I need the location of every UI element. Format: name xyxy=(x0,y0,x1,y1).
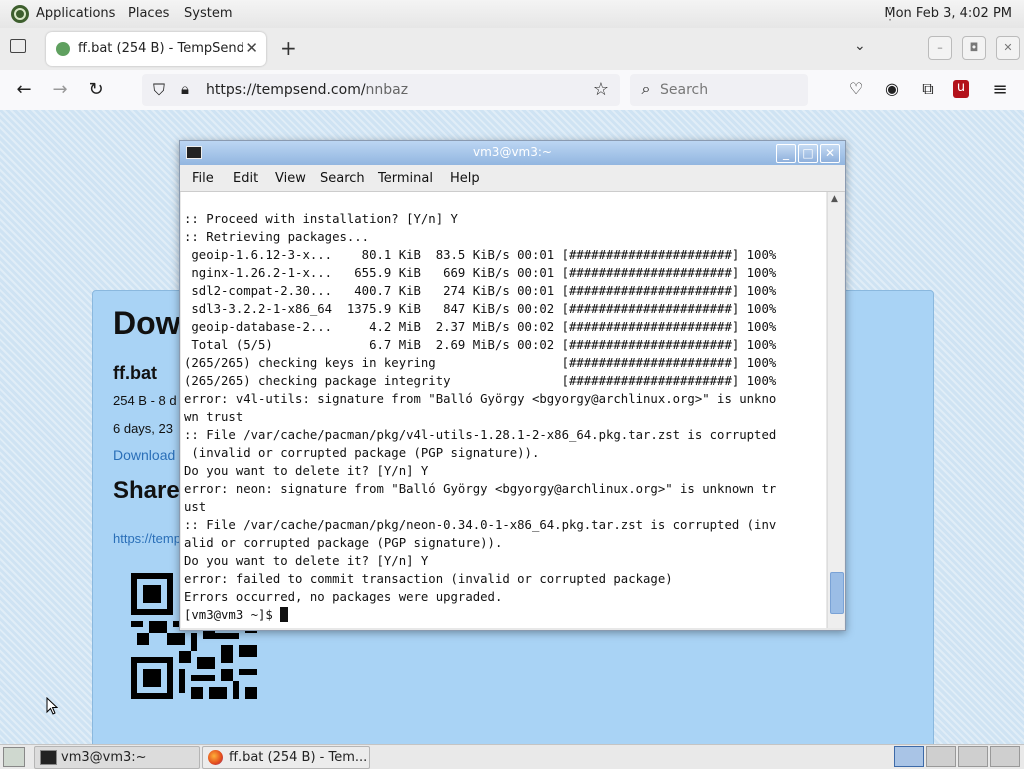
menu-applications[interactable]: Applications xyxy=(36,6,115,21)
shield-icon[interactable]: ⛉ xyxy=(148,80,170,100)
terminal-menu-search[interactable]: Search xyxy=(320,171,365,186)
terminal-menu-view[interactable]: View xyxy=(275,171,306,186)
chevron-down-icon[interactable]: ⌄ xyxy=(854,38,866,54)
search-placeholder: Search xyxy=(660,82,709,98)
scrollbar-thumb[interactable] xyxy=(830,572,844,614)
terminal-cursor xyxy=(280,607,289,622)
download-link[interactable]: Download xyxy=(113,447,175,463)
back-arrow-icon[interactable]: ← xyxy=(13,79,35,100)
tab-title: ff.bat (254 B) - TempSend.com xyxy=(78,41,243,56)
tab-close-icon[interactable]: ✕ xyxy=(245,39,258,57)
terminal-close-button[interactable]: ✕ xyxy=(820,144,840,163)
url-text[interactable]: https://tempsend.com/nnbaz xyxy=(206,82,408,98)
taskbar-item-terminal[interactable]: vm3@vm3:~ xyxy=(34,746,200,769)
workspace-1[interactable] xyxy=(894,746,924,767)
taskbar-item-label: ff.bat (254 B) - Tem... xyxy=(229,750,368,765)
url-host: https://tempsend.com/ xyxy=(206,82,366,98)
new-tab-icon[interactable]: + xyxy=(280,36,297,60)
firefox-icon xyxy=(208,750,223,765)
file-meta: 254 B - 8 d xyxy=(113,393,177,408)
tab-tempsend[interactable]: ff.bat (254 B) - TempSend.com ✕ xyxy=(46,32,266,66)
tab-bar: ff.bat (254 B) - TempSend.com ✕ + ⌄ – ◘ … xyxy=(0,28,1024,70)
terminal-menu-help[interactable]: Help xyxy=(450,171,480,186)
url-path: nnbaz xyxy=(365,82,409,98)
share-heading: Share xyxy=(113,477,180,504)
hamburger-menu-icon[interactable]: ≡ xyxy=(989,79,1011,100)
workspace-3[interactable] xyxy=(958,746,988,767)
tab-list-icon[interactable] xyxy=(10,39,26,53)
clock[interactable]: Mon Feb 3, 4:02 PM xyxy=(884,6,1012,21)
tempsend-favicon-icon xyxy=(56,42,70,56)
bookmark-star-icon[interactable]: ☆ xyxy=(590,79,612,100)
workspace-4[interactable] xyxy=(990,746,1020,767)
mouse-pointer-icon xyxy=(46,697,58,715)
workspace-2[interactable] xyxy=(926,746,956,767)
terminal-titlebar[interactable]: vm3@vm3:~ _ □ ✕ xyxy=(180,141,845,165)
maximize-button[interactable]: ◘ xyxy=(962,36,986,60)
terminal-text: :: Proceed with installation? [Y/n] Y ::… xyxy=(184,212,777,622)
url-bar[interactable]: ⛉ 🔒︎ https://tempsend.com/nnbaz ☆ xyxy=(142,74,620,106)
terminal-menubar: File Edit View Search Terminal Help xyxy=(180,165,845,192)
close-window-button[interactable]: ✕ xyxy=(996,36,1020,60)
forward-arrow-icon[interactable]: → xyxy=(49,79,71,100)
pocket-icon[interactable]: ♡ xyxy=(845,79,867,98)
terminal-icon xyxy=(40,750,57,765)
terminal-window[interactable]: vm3@vm3:~ _ □ ✕ File Edit View Search Te… xyxy=(179,140,846,631)
scroll-up-icon[interactable]: ▲ xyxy=(831,194,838,204)
ublock-icon[interactable]: u xyxy=(953,80,969,98)
terminal-title: vm3@vm3:~ xyxy=(473,145,552,159)
search-icon: ⌕ xyxy=(641,79,651,98)
gnome-foot-icon[interactable] xyxy=(10,4,30,24)
terminal-scrollbar[interactable]: ▲ xyxy=(827,192,844,628)
search-input[interactable]: ⌕ Search xyxy=(630,74,808,106)
menu-system[interactable]: System xyxy=(184,6,232,21)
share-link[interactable]: https://temp xyxy=(113,531,181,546)
show-desktop-icon[interactable] xyxy=(3,747,25,767)
terminal-maximize-button[interactable]: □ xyxy=(798,144,818,163)
terminal-output[interactable]: :: Proceed with installation? [Y/n] Y ::… xyxy=(181,192,826,628)
extensions-icon[interactable]: ⧉ xyxy=(917,79,939,99)
navigation-bar: ← → ↻ ⛉ 🔒︎ https://tempsend.com/nnbaz ☆ … xyxy=(0,70,1024,111)
file-name: ff.bat xyxy=(113,363,157,383)
minimize-button[interactable]: – xyxy=(928,36,952,60)
account-icon[interactable]: ◉ xyxy=(881,79,903,98)
lock-icon[interactable]: 🔒︎ xyxy=(174,80,196,98)
taskbar-item-label: vm3@vm3:~ xyxy=(61,750,147,765)
reload-icon[interactable]: ↻ xyxy=(85,79,107,100)
taskbar-item-firefox[interactable]: ff.bat (254 B) - Tem... xyxy=(202,746,370,769)
terminal-minimize-button[interactable]: _ xyxy=(776,144,796,163)
expiry-text: 6 days, 23 xyxy=(113,421,173,436)
terminal-menu-terminal[interactable]: Terminal xyxy=(378,171,433,186)
top-panel: Applications Places System · · · Mon Feb 3… xyxy=(0,0,1024,29)
terminal-menu-file[interactable]: File xyxy=(192,171,214,186)
menu-places[interactable]: Places xyxy=(128,6,169,21)
terminal-menu-edit[interactable]: Edit xyxy=(233,171,258,186)
bottom-panel: vm3@vm3:~ ff.bat (254 B) - Tem... xyxy=(0,744,1024,769)
